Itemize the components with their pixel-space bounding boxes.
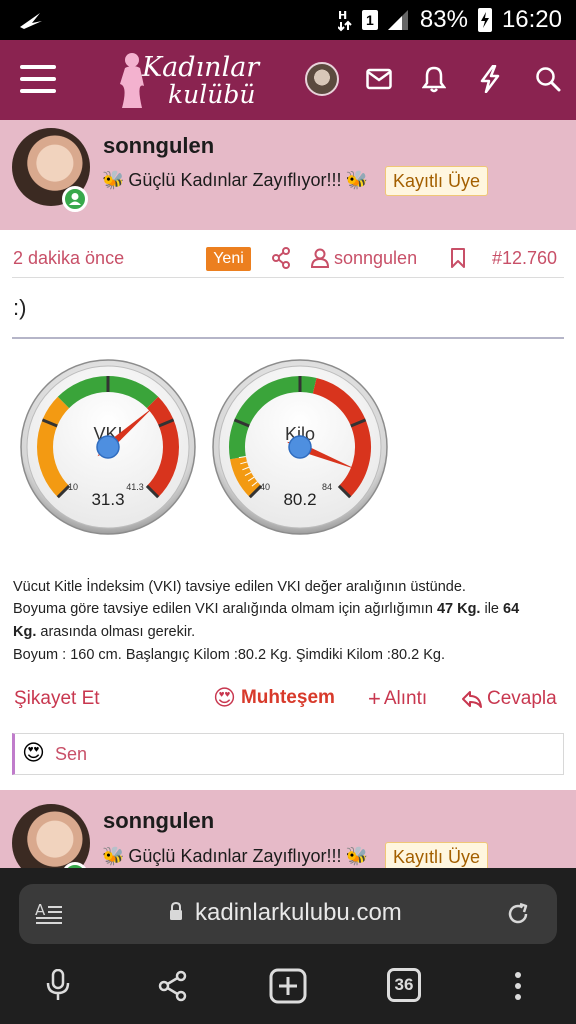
data-arrows-icon: H (337, 9, 352, 32)
share-icon[interactable] (271, 247, 291, 269)
clock: 16:20 (501, 6, 562, 33)
overflow-menu-icon[interactable] (512, 970, 524, 1002)
battery-icon (477, 8, 492, 32)
bmi-info-text: ile (480, 601, 504, 617)
next-post-author-avatar[interactable] (12, 804, 90, 870)
post-meta: 2 dakika önce Yeni sonngulen #12.760 (0, 240, 576, 278)
search-icon[interactable] (535, 66, 561, 92)
plus-icon: + (368, 686, 381, 711)
svg-text:A: A (35, 901, 46, 919)
bell-icon[interactable] (422, 65, 446, 93)
post-time[interactable]: 2 dakika önce (13, 248, 124, 269)
weight-max-unit: Kg. (13, 624, 37, 640)
signature-divider (12, 337, 564, 339)
post-number[interactable]: #12.760 (492, 248, 557, 269)
reaction-summary[interactable]: 😍 Sen (12, 733, 564, 775)
status-bar: H 1 83% 16:20 (0, 0, 576, 40)
post-actions: Şikayet Et 😍 Muhteşem + Alıntı Cevapla (0, 682, 576, 718)
reaction-summary-text: Sen (55, 744, 88, 764)
gauge-min-label: 40 (260, 482, 270, 492)
reaction-button[interactable]: 😍 Muhteşem (213, 685, 335, 711)
svg-text:H: H (338, 9, 347, 22)
registered-member-badge: Kayıtlı Üye (385, 166, 489, 196)
online-status-icon (62, 186, 88, 212)
microphone-icon[interactable] (45, 969, 71, 1001)
bee-icon: 🐝 (102, 170, 125, 190)
user-avatar[interactable] (305, 62, 339, 96)
user-title: 🐝 Güçlü Kadınlar Zayıflıyor!!! 🐝 (102, 170, 368, 191)
new-badge: Yeni (206, 247, 251, 271)
signal-icon (387, 10, 408, 30)
url-text[interactable]: kadinlarkulubu.com (195, 899, 402, 927)
menu-icon (20, 65, 56, 69)
gauge-hub (288, 435, 312, 459)
gauge-max-label: 84 (322, 482, 332, 492)
browser-toolbar: A kadinlarkulubu.com 36 (0, 868, 576, 1024)
heart-eyes-emoji-icon: 😍 (22, 740, 45, 765)
gauge-vki: VKI10 41.331.3 (20, 359, 196, 535)
weight-min: 47 Kg. (436, 601, 481, 617)
gauge-value: 80.2 (283, 490, 316, 509)
next-post-username[interactable]: sonngulen (103, 808, 214, 834)
gauges: VKI10 41.331.3Kilo40 8480.2 (20, 359, 388, 535)
next-user-title-text: Güçlü Kadınlar Zayıflıyor!!! (128, 846, 342, 866)
logo-line1: Kadınlar (142, 52, 260, 83)
user-title-text: Güçlü Kadınlar Zayıflıyor!!! (128, 170, 342, 190)
bmi-info-text: Boyuma göre tavsiye edilen VKI aralığınd… (13, 601, 437, 617)
quote-label: Alıntı (383, 688, 428, 709)
address-bar[interactable]: A kadinlarkulubu.com (19, 884, 557, 944)
author-link[interactable]: sonngulen (334, 248, 417, 269)
sim-icon: 1 (361, 10, 378, 30)
gauge-min-label: 10 (68, 482, 78, 492)
reply-arrow-icon (462, 691, 482, 708)
battery-percent: 83% (419, 6, 468, 33)
logo-line2: kulübü (168, 80, 256, 109)
heart-eyes-emoji-icon: 😍 (213, 685, 236, 710)
reload-icon[interactable] (506, 902, 530, 926)
bookmark-icon[interactable] (450, 247, 466, 269)
post-username[interactable]: sonngulen (103, 133, 214, 159)
share-page-icon[interactable] (157, 970, 189, 1002)
sim-slot-label: 1 (365, 12, 374, 28)
gauge-kilo: Kilo40 8480.2 (212, 359, 388, 535)
top-nav: Kadınlar kulübü (0, 40, 576, 120)
bmi-info-line3: Kg. arasında olması gerekir. (13, 622, 195, 643)
height-weight-line: Boyum : 160 cm. Başlangıç Kilom :80.2 Kg… (13, 647, 445, 663)
gauge-hub (96, 435, 120, 459)
post-header: sonngulen 🐝 Güçlü Kadınlar Zayıflıyor!!!… (0, 120, 576, 230)
reply-label: Cevapla (487, 688, 557, 709)
site-logo[interactable]: Kadınlar kulübü (116, 50, 276, 112)
reply-button[interactable]: Cevapla (461, 688, 557, 710)
tab-switcher-button[interactable]: 36 (387, 968, 421, 1002)
lock-icon (170, 902, 182, 920)
bee-icon: 🐝 (102, 846, 125, 866)
bmi-info-line2: Boyuma göre tavsiye edilen VKI aralığınd… (13, 599, 519, 620)
quote-button[interactable]: + Alıntı (368, 688, 427, 710)
next-registered-member-badge: Kayıtlı Üye (385, 842, 489, 870)
reader-mode-icon[interactable]: A (35, 901, 63, 927)
new-tab-icon[interactable] (269, 968, 307, 1004)
post-body-text: :) (13, 295, 27, 320)
bee-icon: 🐝 (345, 170, 368, 190)
weight-max: 64 (503, 601, 520, 617)
menu-button[interactable] (20, 65, 56, 101)
bee-icon: 🐝 (345, 846, 368, 866)
meta-divider (12, 277, 564, 278)
bmi-info-text: arasında olması gerekir. (36, 624, 196, 640)
next-post-header: sonngulen 🐝 Güçlü Kadınlar Zayıflıyor!!!… (0, 790, 576, 870)
mail-icon[interactable] (366, 68, 392, 90)
user-icon (311, 248, 329, 268)
reaction-label: Muhteşem (240, 687, 335, 708)
report-button[interactable]: Şikayet Et (14, 688, 100, 710)
bolt-icon[interactable] (479, 65, 501, 93)
gauge-value: 31.3 (91, 490, 124, 509)
bird-notification-icon (20, 13, 42, 29)
next-user-title: 🐝 Güçlü Kadınlar Zayıflıyor!!! 🐝 (102, 846, 368, 867)
gauge-max-label: 41.3 (126, 482, 144, 492)
bmi-info-line1: Vücut Kitle İndeksim (VKI) tavsiye edile… (13, 579, 466, 595)
